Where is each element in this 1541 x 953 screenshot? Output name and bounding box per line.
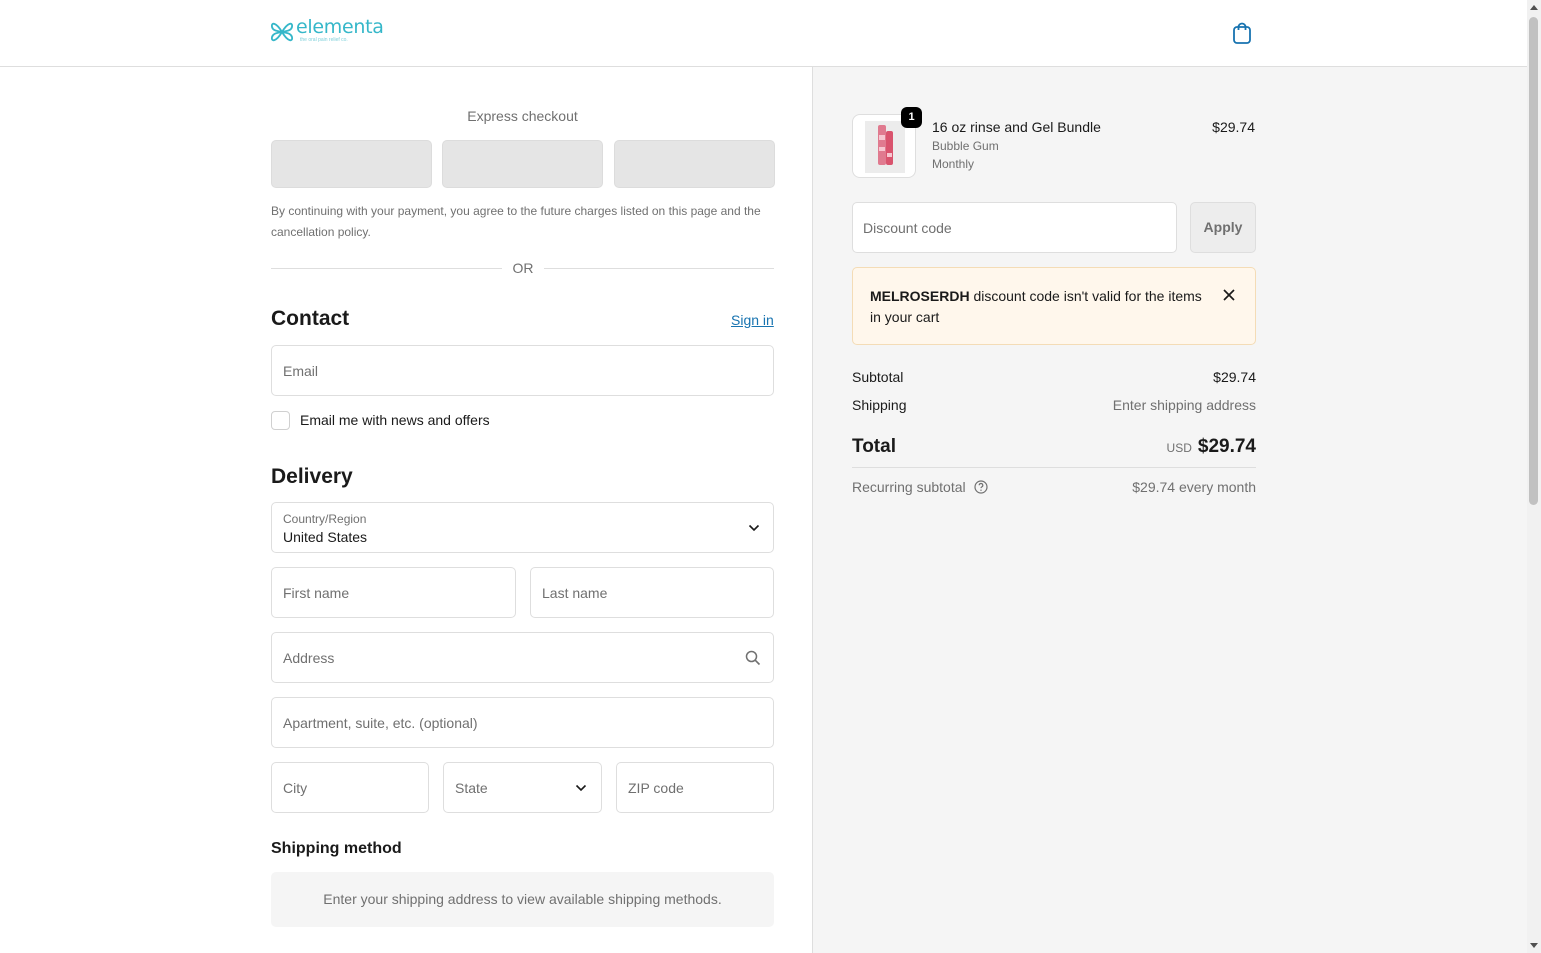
shipping-value: Enter shipping address <box>1112 397 1256 413</box>
address-input[interactable] <box>272 633 773 682</box>
discount-code: MELROSERDH <box>870 288 970 304</box>
product-image <box>865 121 905 173</box>
country-select[interactable]: Country/Region United States <box>271 502 774 553</box>
discount-error-alert: MELROSERDH discount code isn't valid for… <box>852 267 1256 345</box>
scroll-down-arrow-icon[interactable] <box>1530 943 1538 948</box>
last-name-input[interactable] <box>531 568 773 617</box>
first-name-input[interactable] <box>272 568 515 617</box>
total-value: $29.74 <box>1197 436 1256 457</box>
discount-input-wrapper[interactable] <box>852 202 1177 253</box>
product-variant: Bubble Gum <box>932 139 999 153</box>
zip-input[interactable] <box>617 763 773 812</box>
shipping-method-heading: Shipping method <box>271 840 402 857</box>
payment-consent-text: By continuing with your payment, you agr… <box>271 204 761 239</box>
shopping-bag-icon[interactable] <box>1231 21 1253 45</box>
first-name-field[interactable] <box>271 567 516 618</box>
state-placeholder: State <box>455 780 488 796</box>
zip-field[interactable] <box>616 762 774 813</box>
recurring-row: Recurring subtotal $29.74 every month <box>852 479 1256 495</box>
sign-in-link[interactable]: Sign in <box>731 312 774 328</box>
recurring-value: $29.74 every month <box>1132 479 1256 495</box>
brand-logo[interactable]: elementa the oral pain relief co. <box>270 18 384 48</box>
total-label: Total <box>852 436 896 457</box>
total-currency: USD <box>1166 441 1192 455</box>
search-icon <box>745 650 761 666</box>
scroll-thumb[interactable] <box>1529 17 1538 505</box>
scroll-up-arrow-icon[interactable] <box>1530 5 1538 10</box>
or-divider-text: OR <box>502 260 544 276</box>
discount-input[interactable] <box>852 202 1177 253</box>
state-select[interactable]: State <box>443 762 602 813</box>
shipping-label: Shipping <box>852 397 907 413</box>
subtotal-value: $29.74 <box>1213 369 1256 385</box>
alert-message: MELROSERDH discount code isn't valid for… <box>870 286 1210 328</box>
page-scrollbar[interactable] <box>1527 0 1541 953</box>
newsletter-label: Email me with news and offers <box>300 412 490 428</box>
checkout-form: Express checkout By continuing with your… <box>0 67 812 953</box>
apply-discount-button[interactable]: Apply <box>1190 202 1256 253</box>
express-pay-button-1[interactable] <box>271 140 432 188</box>
total-row: Total USD $29.74 <box>852 436 1256 462</box>
product-name: 16 oz rinse and Gel Bundle <box>932 119 1101 135</box>
newsletter-checkbox[interactable] <box>271 411 290 430</box>
contact-heading: Contact <box>271 307 350 330</box>
delivery-heading: Delivery <box>271 465 353 488</box>
apartment-field[interactable] <box>271 697 774 748</box>
express-checkout-title: Express checkout <box>467 108 578 124</box>
discount-field[interactable] <box>852 202 1177 253</box>
chevron-down-icon <box>748 524 760 532</box>
email-field[interactable] <box>271 345 774 396</box>
email-input[interactable] <box>272 346 773 395</box>
chevron-down-icon <box>575 784 587 792</box>
brand-tagline: the oral pain relief co. <box>300 37 348 43</box>
summary-divider <box>852 467 1256 468</box>
subtotal-row: Subtotal $29.74 <box>852 369 1256 385</box>
quantity-badge: 1 <box>901 107 922 128</box>
apartment-input[interactable] <box>272 698 773 747</box>
header: elementa the oral pain relief co. <box>0 0 1527 67</box>
address-field[interactable] <box>271 632 774 683</box>
recurring-label: Recurring subtotal <box>852 479 966 495</box>
shipping-row: Shipping Enter shipping address <box>852 397 1256 413</box>
shipping-method-message: Enter your shipping address to view avai… <box>271 872 774 927</box>
brand-name: elementa <box>296 16 384 38</box>
logo-mark-icon <box>270 22 294 42</box>
subtotal-label: Subtotal <box>852 369 904 385</box>
country-value: United States <box>283 529 368 545</box>
express-pay-button-3[interactable] <box>614 140 775 188</box>
last-name-field[interactable] <box>530 567 774 618</box>
city-field[interactable] <box>271 762 429 813</box>
close-icon[interactable] <box>1222 288 1236 302</box>
help-circle-icon[interactable] <box>973 480 988 494</box>
country-label: Country/Region <box>283 512 367 526</box>
city-input[interactable] <box>272 763 428 812</box>
express-pay-button-2[interactable] <box>442 140 603 188</box>
order-summary: 1 16 oz rinse and Gel Bundle Bubble Gum … <box>812 67 1527 953</box>
product-price: $29.74 <box>1212 119 1255 135</box>
product-plan: Monthly <box>932 157 975 171</box>
